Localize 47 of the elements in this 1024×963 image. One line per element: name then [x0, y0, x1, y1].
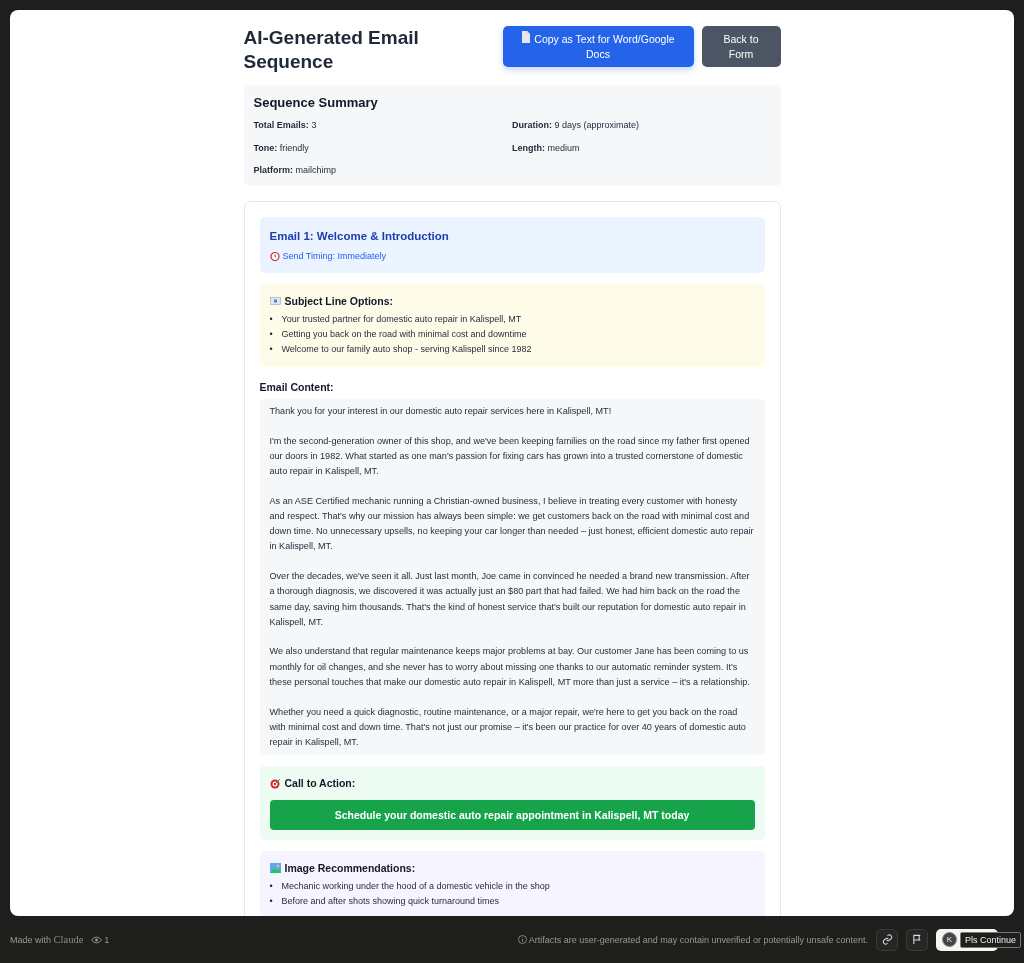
info-icon [517, 935, 527, 944]
copy-text-button[interactable]: Copy as Text for Word/Google Docs [502, 26, 694, 67]
send-timing: Send Timing: Immediately [282, 250, 387, 263]
page-title: AI-Generated Email Sequence [243, 26, 420, 74]
email-paragraph: Whether you need a quick diagnostic, routine maintenance, or a major repair, we're here to get you back on the road with minimal cost and down time. That's not just our promise – it's been our practice for over 40 years of domestic auto repair in Kalispell, MT. [269, 705, 747, 749]
email-paragraph: Thank you for your interest in our domestic auto repair services here in Kalispell, MT! [269, 405, 613, 418]
summary-item: Total Emails: 3 [253, 119, 318, 132]
bullet: • [269, 880, 274, 894]
target-icon [269, 777, 281, 789]
back-button[interactable]: Back to Form [701, 26, 781, 67]
framed-picture-icon [269, 863, 281, 874]
image-recommendation: Mechanic working under the hood of a domestic vehicle in the shop [281, 880, 550, 894]
subject-line: Your trusted partner for domestic auto repair in Kalispell, MT [281, 313, 522, 326]
tooltip-label: Pls Continue [960, 931, 1022, 948]
disclaimer-text: Artifacts are user-generated and may contain unverified or potentially unsafe content. [528, 934, 868, 945]
bullet: • [269, 895, 274, 909]
subject-line: Getting you back on the road with minimal cost and downtime [281, 328, 527, 341]
cta-button[interactable]: Schedule your domestic auto repair appointment in Kalispell, MT today [269, 800, 755, 831]
cta-heading: Call to Action: [284, 776, 356, 791]
bullet: • [269, 343, 274, 356]
email-title: Email 1: Welcome & Introduction [269, 229, 450, 244]
summary-item: Tone: friendly [253, 141, 310, 155]
flag-icon [911, 934, 923, 945]
email-paragraph: As an ASE Certified mechanic running a Christian-owned business, I believe in treating every customer with honesty and respect. That's why our mission has always been simple: we get customers back on the road with minimal cost and down time. No unnecessary upsells, no keeping your car longer than needed – just honest, efficient domestic auto repair in Kalispell, MT. [269, 494, 755, 554]
link-icon [881, 934, 893, 945]
email-paragraph: I'm the second-generation owner of this shop, and we've been keeping families on the road since my father first opened our doors in 1982. What started as one man's passion for fixing cars has grown into a trusted cornerstone of domestic auto repair in Kalispell, MT. [269, 434, 751, 479]
bullet: • [269, 313, 274, 326]
summary-item: Length: medium [512, 141, 581, 155]
view-count: 1 [104, 934, 110, 945]
document-icon [521, 31, 532, 43]
email-paragraph: Over the decades, we've seen it all. Just last month, Joe came in convinced he needed a brand new transmission. After a thorough diagnosis, we discovered it was actually just an $80 part that had failed. We had him back on the road the same day, saving him thousands. That's the kind of honest service that's built our reputation for domestic auto repair in Kalispell, MT. [269, 570, 751, 629]
subject-line: Welcome to our family auto shop - serving Kalispell since 1982 [281, 343, 532, 356]
summary-item: Duration: 9 days (approximate) [512, 119, 641, 132]
bullet: • [269, 328, 274, 341]
subject-heading: Subject Line Options: [284, 294, 393, 308]
flag-button[interactable] [906, 928, 928, 951]
images-heading: Image Recommendations: [284, 861, 416, 876]
summary-item: Platform: mailchimp [253, 164, 338, 177]
summary-title: Sequence Summary [253, 95, 379, 111]
made-with-label: Made with Claude [10, 934, 84, 945]
eye-icon [91, 935, 103, 944]
content-heading: Email Content: [259, 380, 335, 394]
email-paragraph: We also understand that regular maintenance keeps major problems at bay. Our customer Jane has been coming to us monthly for oil changes, and she never has to worry about missing one thanks to our automatic reminder system. It's these personal touches that make our domestic auto repair in Kalispell, MT more than just a service – it's a relationship. [269, 645, 751, 689]
link-button[interactable] [876, 928, 898, 951]
image-recommendation: Before and after shots showing quick turnaround times [281, 895, 500, 909]
envelope-icon [269, 297, 281, 305]
alarm-clock-icon [269, 251, 280, 261]
